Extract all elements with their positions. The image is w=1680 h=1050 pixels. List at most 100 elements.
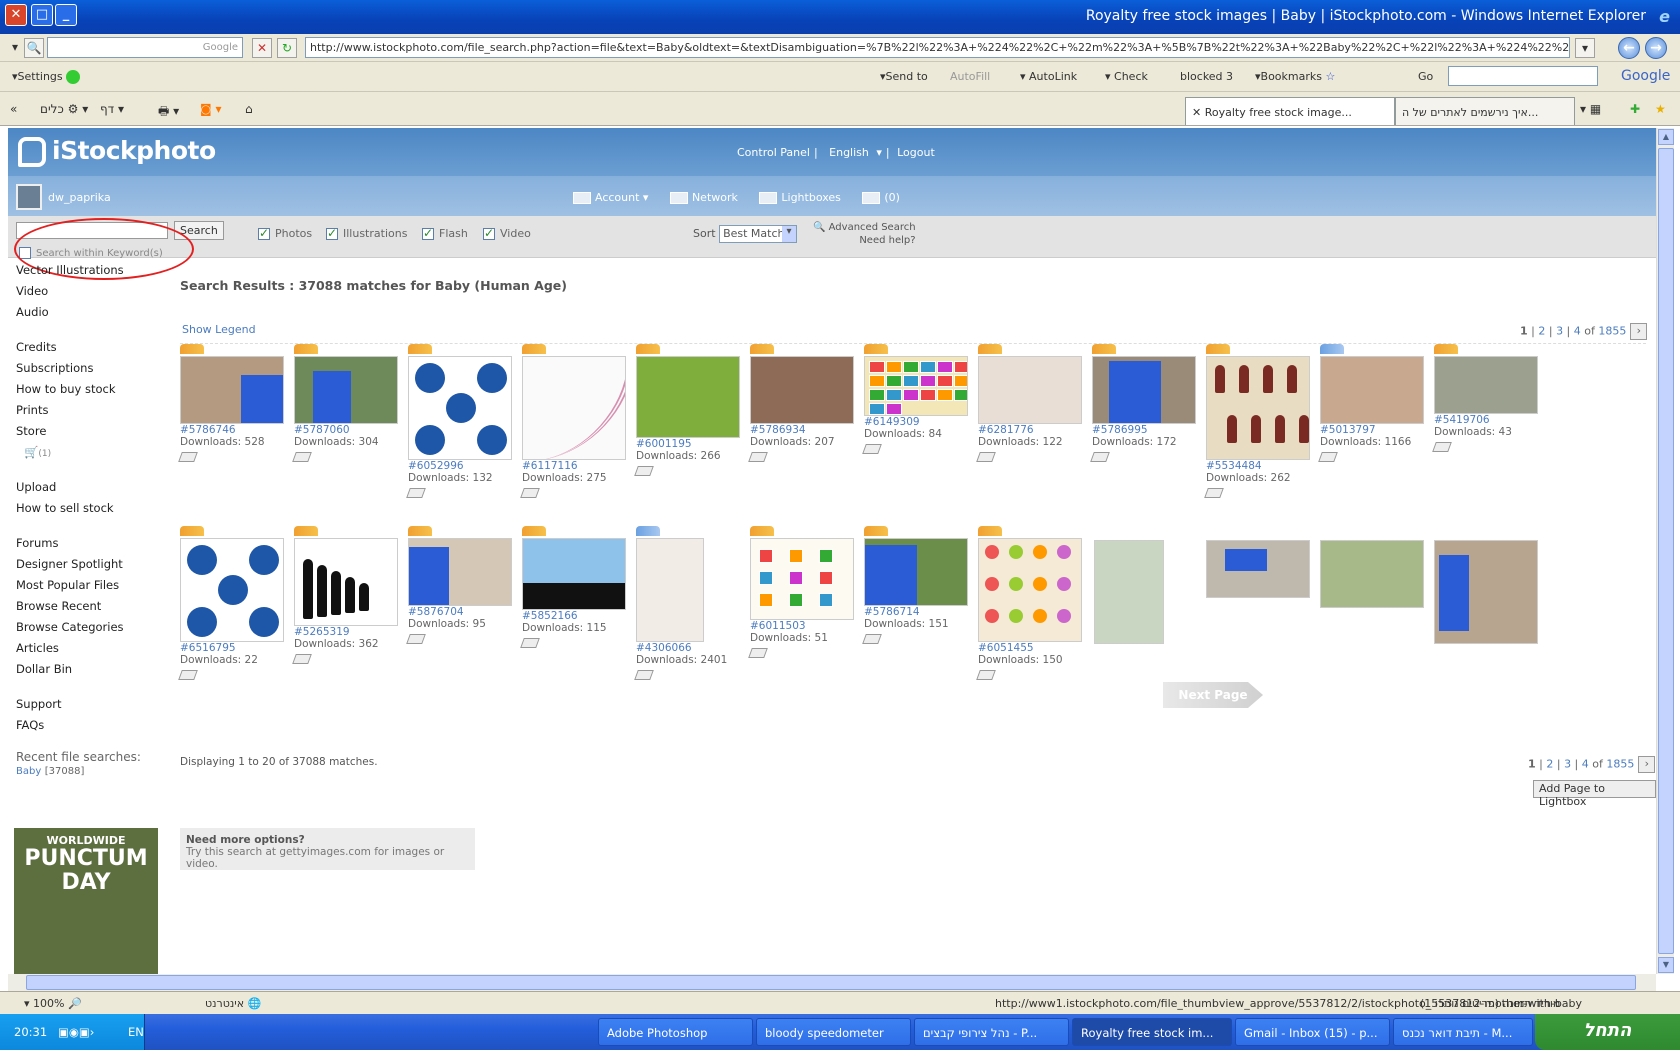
filter-video[interactable]: Video	[483, 226, 531, 240]
lightbox-add-icon[interactable]	[748, 452, 768, 462]
lightbox-add-icon[interactable]	[1204, 488, 1224, 498]
lightbox-add-icon[interactable]	[520, 638, 540, 648]
logout-link[interactable]: Logout	[897, 146, 935, 159]
result-thumbnail[interactable]	[180, 356, 284, 424]
zoom-control[interactable]: ▾ 100% 🔎	[24, 997, 82, 1010]
sidebar-item-most-popular[interactable]: Most Popular Files	[16, 575, 166, 596]
search-input[interactable]: Google	[47, 37, 243, 58]
result-thumbnail[interactable]	[180, 538, 284, 642]
lightboxes-link[interactable]: Lightboxes	[759, 191, 841, 204]
sidebar-item-support[interactable]: Support	[16, 694, 166, 715]
favorites-icon[interactable]: ★	[1655, 102, 1666, 116]
need-more-text[interactable]: Try this search at gettyimages.com for i…	[186, 846, 444, 870]
popup-blocked-button[interactable]: blocked 3	[1180, 70, 1233, 83]
sidebar-item-how-to-buy[interactable]: How to buy stock	[16, 379, 166, 400]
send-to-button[interactable]: ▾Send to	[880, 70, 928, 83]
result-thumbnail[interactable]	[1206, 356, 1310, 460]
file-id-link[interactable]: #6011503	[750, 620, 862, 632]
stop-icon[interactable]: ✕	[252, 38, 272, 58]
task-gmail[interactable]: Gmail - Inbox (15) - p...	[1235, 1018, 1390, 1046]
lightbox-add-icon[interactable]	[406, 488, 426, 498]
bookmarks-button[interactable]: ▾Bookmarks ☆	[1255, 70, 1335, 83]
home-icon[interactable]: ⌂	[245, 102, 253, 116]
lightbox-add-icon[interactable]	[862, 444, 882, 454]
result-thumbnail[interactable]	[522, 538, 626, 610]
rss-icon[interactable]: ◙ ▾	[200, 102, 221, 116]
lightbox-add-icon[interactable]	[178, 670, 198, 680]
pager-link[interactable]: 3	[1564, 758, 1571, 771]
pager-total[interactable]: 1855	[1598, 325, 1626, 338]
print-icon[interactable]: 🖶 ▾	[158, 102, 179, 123]
advanced-search-link[interactable]: Advanced Search	[829, 222, 916, 233]
task-ie-active[interactable]: Royalty free stock im...	[1072, 1018, 1232, 1046]
file-id-link[interactable]: #5852166	[522, 610, 634, 622]
file-id-link[interactable]: #6001195	[636, 438, 748, 450]
sidebar-item-forums[interactable]: Forums	[16, 533, 166, 554]
result-thumbnail[interactable]	[978, 538, 1082, 642]
punctum-day-ad[interactable]: WORLDWIDE PUNCTUM DAY	[14, 828, 158, 974]
sidebar-item-upload[interactable]: Upload	[16, 477, 166, 498]
maximize-icon[interactable]: □	[31, 4, 53, 26]
scroll-down-icon[interactable]: ▼	[1658, 957, 1674, 973]
file-id-link[interactable]: #6117116	[522, 460, 634, 472]
search-icon[interactable]: 🔍	[24, 38, 44, 58]
scroll-thumb[interactable]	[1658, 148, 1674, 954]
file-id-link[interactable]: #4306066	[636, 642, 748, 654]
recent-search-link[interactable]: Baby	[16, 766, 41, 777]
cart-link[interactable]: 🛒(1)	[16, 442, 166, 463]
tray-icons[interactable]: ▣◉▣›	[58, 1025, 94, 1039]
sidebar-item-prints[interactable]: Prints	[16, 400, 166, 421]
language-menu[interactable]: English ▾	[825, 146, 882, 159]
pager-link[interactable]: 4	[1582, 758, 1589, 771]
next-arrow-icon[interactable]: ›	[1630, 323, 1648, 340]
task-outlook[interactable]: תיבת דואר נכנס - M...	[1393, 1018, 1533, 1046]
sidebar-item-designer-spotlight[interactable]: Designer Spotlight	[16, 554, 166, 575]
settings-menu[interactable]: ▾Settings	[12, 70, 81, 84]
file-id-link[interactable]: #5786995	[1092, 424, 1204, 436]
refresh-icon[interactable]: ↻	[277, 38, 297, 58]
scroll-thumb[interactable]	[26, 975, 1636, 990]
lightbox-add-icon[interactable]	[862, 634, 882, 644]
lightbox-add-icon[interactable]	[976, 670, 996, 680]
lightbox-add-icon[interactable]	[748, 648, 768, 658]
sidebar-item-dollar-bin[interactable]: Dollar Bin	[16, 659, 166, 680]
result-thumbnail[interactable]	[522, 356, 626, 460]
pager-link[interactable]: 4	[1574, 325, 1581, 338]
filter-flash[interactable]: Flash	[422, 226, 468, 240]
chevron-icon[interactable]: «	[10, 102, 17, 116]
file-id-link[interactable]: #5265319	[294, 626, 406, 638]
result-thumbnail[interactable]	[750, 356, 854, 424]
result-thumbnail[interactable]	[864, 356, 968, 416]
filter-photos[interactable]: Photos	[258, 226, 312, 240]
file-id-link[interactable]: #5876704	[408, 606, 520, 618]
file-id-link[interactable]: #5013797	[1320, 424, 1432, 436]
sidebar-item-subscriptions[interactable]: Subscriptions	[16, 358, 166, 379]
file-id-link[interactable]: #5786714	[864, 606, 976, 618]
task-photoshop[interactable]: Adobe Photoshop	[598, 1018, 753, 1046]
result-thumbnail[interactable]	[1434, 356, 1538, 414]
start-button[interactable]: התחל	[1535, 1014, 1680, 1050]
back-icon[interactable]: ←	[1618, 37, 1640, 59]
result-thumbnail[interactable]	[1206, 540, 1310, 598]
pager-total[interactable]: 1855	[1606, 758, 1634, 771]
vertical-scrollbar[interactable]: ▲ ▼	[1656, 128, 1674, 974]
page-menu[interactable]: דף ▾	[100, 102, 124, 116]
go-button[interactable]: Go	[1418, 70, 1433, 83]
tab-istockphoto[interactable]: ✕ Royalty free stock image...	[1185, 97, 1395, 125]
result-thumbnail[interactable]	[636, 356, 740, 438]
task-speedometer[interactable]: bloody speedometer	[756, 1018, 911, 1046]
lightbox-add-icon[interactable]	[520, 488, 540, 498]
result-thumbnail[interactable]	[294, 538, 398, 626]
feeds-icon[interactable]: ▾	[1575, 38, 1595, 58]
file-id-link[interactable]: #5786934	[750, 424, 862, 436]
lightbox-add-icon[interactable]	[976, 452, 996, 462]
result-thumbnail[interactable]	[1434, 540, 1538, 644]
sidebar-item-store[interactable]: Store	[16, 421, 166, 442]
file-id-link[interactable]: #6052996	[408, 460, 520, 472]
sort-select[interactable]: Best Match	[719, 225, 798, 243]
pager-link[interactable]: 2	[1538, 325, 1545, 338]
file-id-link[interactable]: #6051455	[978, 642, 1090, 654]
result-thumbnail[interactable]	[1094, 540, 1164, 644]
file-id-link[interactable]: #6516795	[180, 642, 292, 654]
lightbox-add-icon[interactable]	[1318, 452, 1338, 462]
